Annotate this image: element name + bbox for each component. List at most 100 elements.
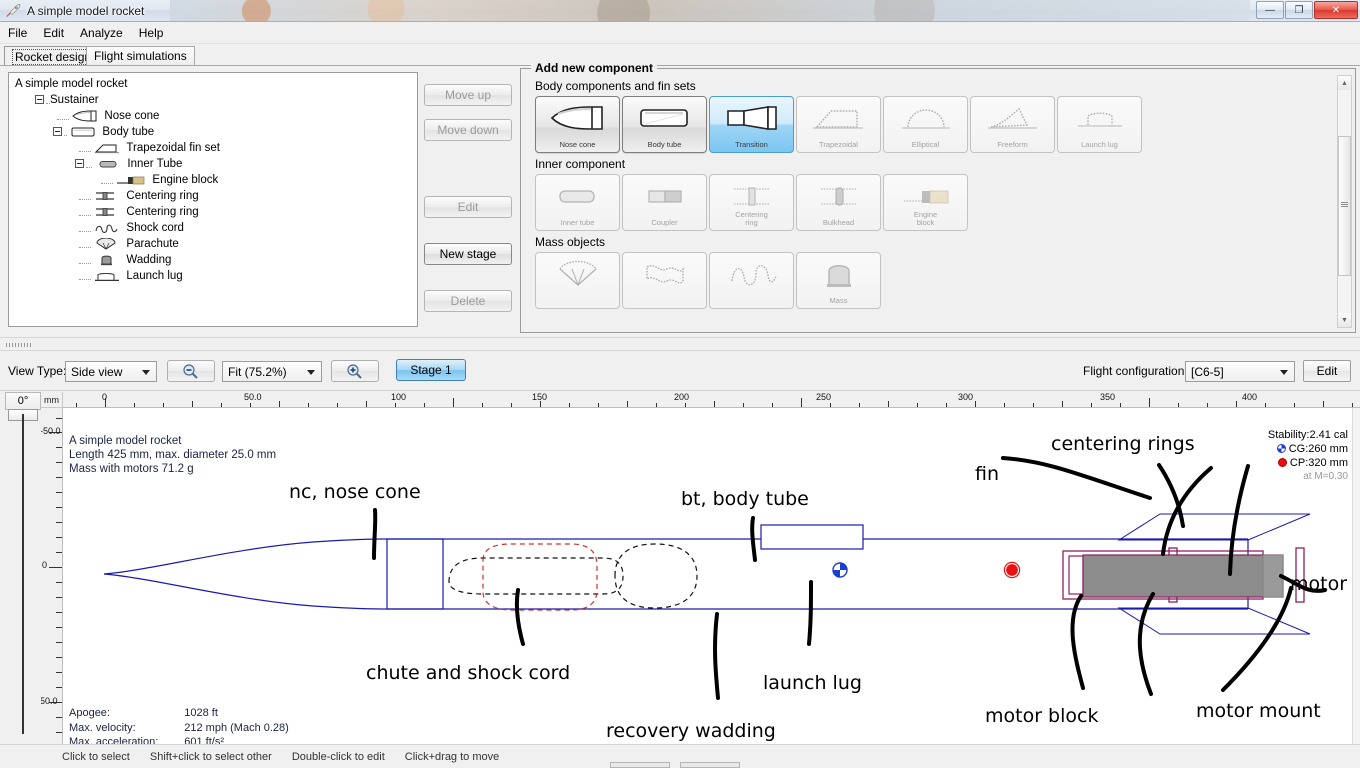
window-title: A simple model rocket bbox=[27, 3, 145, 18]
add-mass-button[interactable]: Mass bbox=[796, 252, 881, 309]
tree-label-inner-tube: Inner Tube bbox=[127, 158, 183, 170]
canvas-vertical-scrollbar[interactable] bbox=[1352, 408, 1360, 744]
tree-label-launch-lug: Launch lug bbox=[126, 270, 183, 282]
stat-value-max-acceleration: 601 ft/s² bbox=[184, 736, 225, 744]
add-shock-cord-button[interactable] bbox=[709, 252, 794, 309]
engine-block-icon bbox=[884, 179, 967, 213]
annotation-nose-cone: nc, nose cone bbox=[289, 481, 421, 503]
close-button[interactable]: ✕ bbox=[1314, 1, 1358, 19]
add-transition-button[interactable]: Transition bbox=[709, 96, 794, 153]
add-inner-tube-button[interactable]: Inner tube bbox=[535, 174, 620, 231]
add-engine-block-button[interactable]: Engine block bbox=[883, 174, 968, 231]
move-up-button[interactable]: Move up bbox=[424, 84, 512, 106]
add-engine-block-label: Engine block bbox=[913, 210, 938, 227]
engine-block-icon bbox=[117, 176, 145, 185]
menu-file[interactable]: File bbox=[0, 24, 35, 42]
add-mass-label: Mass bbox=[829, 296, 848, 305]
edit-button[interactable]: Edit bbox=[424, 196, 512, 218]
hruler-label-200: 200 bbox=[674, 392, 690, 402]
zoom-level-select[interactable]: Fit (75.2%) bbox=[222, 361, 322, 382]
menu-help[interactable]: Help bbox=[131, 24, 172, 42]
hint-shift-click: Shift+click to select other bbox=[149, 750, 272, 763]
expander-icon[interactable] bbox=[75, 159, 84, 169]
tree-guide bbox=[79, 256, 91, 264]
tree-row-shock-cord[interactable]: Shock cord bbox=[13, 220, 417, 236]
flight-configuration-label: Flight configuration: bbox=[1083, 364, 1188, 378]
taskbar-item-1[interactable] bbox=[610, 762, 670, 768]
add-trapezoidal-fin-button[interactable]: Trapezoidal bbox=[796, 96, 881, 153]
add-streamer-button[interactable] bbox=[622, 252, 707, 309]
ruler-unit-label: mm bbox=[41, 392, 63, 408]
flight-configuration-select[interactable]: [C6-5] bbox=[1185, 361, 1295, 382]
zoom-in-button[interactable] bbox=[331, 360, 379, 382]
tree-row-inner-tube[interactable]: Inner Tube bbox=[13, 156, 417, 172]
tree-row-fin-set[interactable]: Trapezoidal fin set bbox=[13, 140, 417, 156]
trapezoidal-fin-icon bbox=[797, 101, 880, 135]
annotation-chute-shock-cord: chute and shock cord bbox=[366, 662, 571, 684]
stat-label-max-acceleration: Max. acceleration: bbox=[69, 736, 159, 744]
delete-button[interactable]: Delete bbox=[424, 290, 512, 312]
tree-row-centering-ring-2[interactable]: Centering ring bbox=[13, 204, 417, 220]
tree-row-sustainer[interactable]: Sustainer bbox=[13, 92, 417, 108]
minimize-button[interactable]: — bbox=[1256, 1, 1284, 19]
add-elliptical-fin-button[interactable]: Elliptical bbox=[883, 96, 968, 153]
motor-shape bbox=[1082, 554, 1284, 598]
add-centering-ring-button[interactable]: Centering ring bbox=[709, 174, 794, 231]
view-type-select[interactable]: Side view bbox=[65, 361, 157, 382]
add-freeform-fin-label: Freeform bbox=[997, 140, 1028, 149]
vruler-label-50: 50.0 bbox=[41, 696, 58, 706]
menu-edit[interactable]: Edit bbox=[35, 24, 72, 42]
vertical-ruler-ticks bbox=[49, 418, 62, 733]
tab-flight-simulations-label: Flight simulations bbox=[94, 49, 187, 63]
flight-configuration-edit-button[interactable]: Edit bbox=[1303, 360, 1351, 382]
tree-label-shock-cord: Shock cord bbox=[126, 222, 184, 234]
add-launch-lug-button[interactable]: Launch lug bbox=[1057, 96, 1142, 153]
tree-row-body-tube[interactable]: Body tube bbox=[13, 124, 417, 140]
tree-row-nose-cone[interactable]: Nose cone bbox=[13, 108, 417, 124]
scroll-down-icon[interactable]: ▼ bbox=[1338, 313, 1351, 327]
add-bulkhead-button[interactable]: Bulkhead bbox=[796, 174, 881, 231]
cg-marker bbox=[832, 562, 848, 578]
design-top-area: A simple model rocket Sustainer Nose con… bbox=[0, 61, 1360, 337]
add-component-scrollbar[interactable]: ▲ ▼ bbox=[1337, 75, 1352, 328]
centering-ring-icon bbox=[710, 179, 793, 213]
add-freeform-fin-button[interactable]: Freeform bbox=[970, 96, 1055, 153]
maximize-button[interactable]: ❐ bbox=[1285, 1, 1313, 19]
tree-guide bbox=[79, 240, 91, 248]
zoom-out-button[interactable] bbox=[167, 360, 215, 382]
rotation-slider-track[interactable] bbox=[22, 414, 24, 734]
tree-row-engine-block[interactable]: Engine block bbox=[13, 172, 417, 188]
scroll-up-icon[interactable]: ▲ bbox=[1338, 76, 1351, 90]
panel-splitter[interactable] bbox=[0, 337, 1360, 351]
tree-row-launch-lug[interactable]: Launch lug bbox=[13, 268, 417, 284]
move-down-button[interactable]: Move down bbox=[424, 119, 512, 141]
hint-double-click-to-edit: Double-click to edit bbox=[291, 750, 385, 763]
add-nose-cone-button[interactable]: Nose cone bbox=[535, 96, 620, 153]
view-toolbar: View Type: Side view Fit (75.2%) Stage 1… bbox=[0, 355, 1360, 391]
menu-analyze[interactable]: Analyze bbox=[72, 24, 131, 42]
new-stage-button[interactable]: New stage bbox=[424, 243, 512, 265]
shock-cord-icon bbox=[95, 224, 118, 233]
tree-row-parachute[interactable]: Parachute bbox=[13, 236, 417, 252]
annotation-motor-mount: motor mount bbox=[1196, 700, 1321, 722]
component-tree-panel[interactable]: A simple model rocket Sustainer Nose con… bbox=[8, 72, 418, 327]
expander-icon[interactable] bbox=[53, 127, 62, 137]
taskbar-item-2[interactable] bbox=[680, 762, 740, 768]
tree-row-root[interactable]: A simple model rocket bbox=[13, 76, 417, 92]
add-body-tube-button[interactable]: Body tube bbox=[622, 96, 707, 153]
add-parachute-button[interactable] bbox=[535, 252, 620, 309]
add-nose-cone-label: Nose cone bbox=[559, 140, 596, 149]
tree-label-centering-ring-1: Centering ring bbox=[126, 190, 199, 202]
stat-value-max-velocity: 212 mph (Mach 0.28) bbox=[184, 721, 289, 734]
tree-row-wadding[interactable]: Wadding bbox=[13, 252, 417, 268]
window-controls[interactable]: — ❐ ✕ bbox=[1255, 1, 1358, 19]
tab-flight-simulations[interactable]: Flight simulations bbox=[86, 46, 195, 66]
stage-1-button[interactable]: Stage 1 bbox=[396, 359, 466, 381]
tree-guide bbox=[64, 128, 67, 136]
add-new-component-body: Body components and fin sets Nose cone B… bbox=[525, 75, 1333, 328]
parachute-icon bbox=[536, 257, 619, 291]
expander-icon[interactable] bbox=[35, 95, 44, 105]
rocket-drawing-canvas[interactable]: A simple model rocket Length 425 mm, max… bbox=[63, 408, 1352, 744]
add-coupler-button[interactable]: Coupler bbox=[622, 174, 707, 231]
tree-row-centering-ring-1[interactable]: Centering ring bbox=[13, 188, 417, 204]
